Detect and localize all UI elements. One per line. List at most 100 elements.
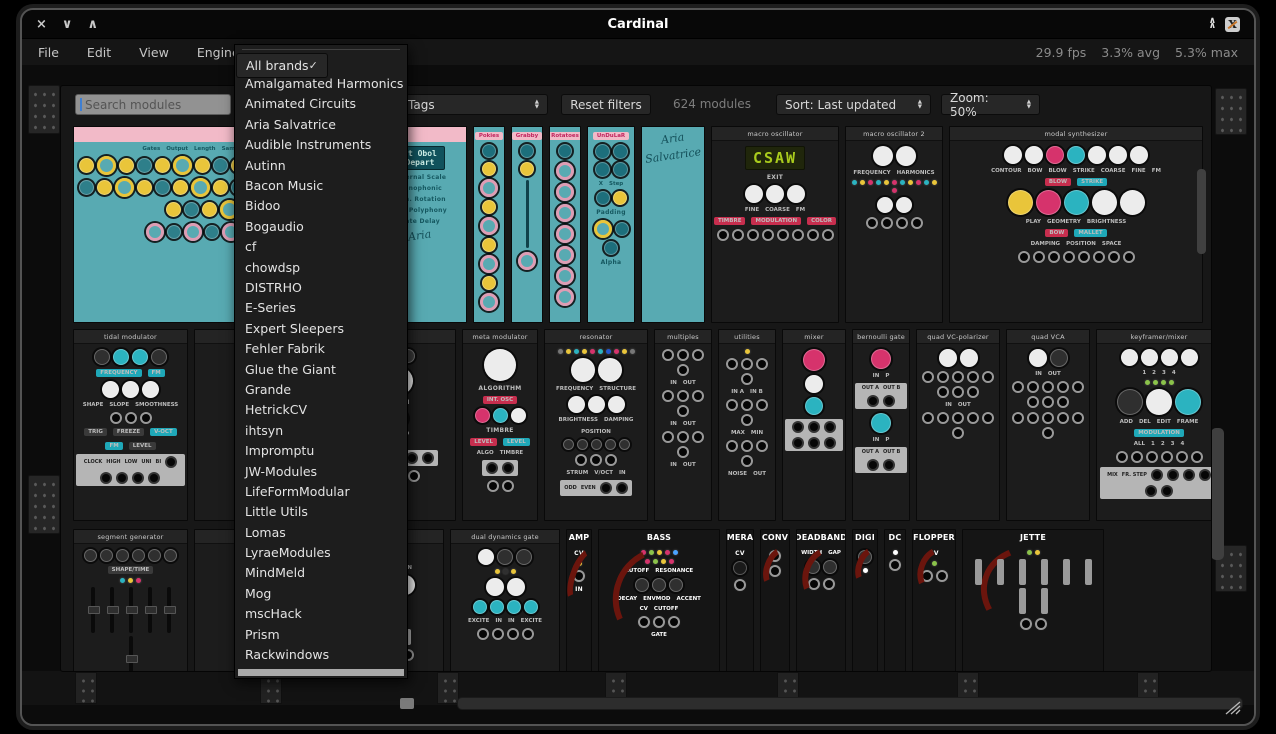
port: [1059, 383, 1067, 391]
led-row: [848, 180, 940, 193]
module-card[interactable]: quad VCAINOUT: [1006, 329, 1090, 521]
window-close-button[interactable]: ×: [36, 17, 47, 32]
module-card[interactable]: AriaSalvatrice: [641, 126, 705, 323]
window-maximize-button[interactable]: ∧: [87, 17, 98, 32]
brand-menu-item[interactable]: Mog: [236, 583, 406, 603]
menu-item-view[interactable]: View: [139, 45, 169, 60]
brand-menu-item[interactable]: Glue the Giant: [236, 359, 406, 379]
zoom-dropdown[interactable]: Zoom: 50% ▲▼: [941, 94, 1040, 115]
tags-filter-label: Tags: [408, 98, 435, 112]
collapse-chevrons-icon[interactable]: ∧∧: [1209, 19, 1216, 29]
port: [167, 458, 175, 466]
module-body: Grabby: [512, 127, 542, 275]
brand-menu-item[interactable]: cf: [236, 237, 406, 257]
knob: [482, 144, 496, 158]
brand-menu-item[interactable]: JW-Modules: [236, 461, 406, 481]
brand-menu-item[interactable]: Bacon Music: [236, 175, 406, 195]
knob: [480, 217, 498, 235]
brand-menu-item[interactable]: Lomas: [236, 522, 406, 542]
window-resize-handle[interactable]: [1222, 700, 1242, 716]
module-card[interactable]: FLOPPERCV: [912, 529, 956, 672]
horizontal-scrollbar-nub[interactable]: [400, 698, 414, 709]
module-card[interactable]: JETTE: [962, 529, 1104, 672]
module-card[interactable]: DC: [884, 529, 906, 672]
module-card[interactable]: AMPCVIN: [566, 529, 592, 672]
module-card[interactable]: modal synthesizerCONTOURBOWBLOWSTRIKECOA…: [949, 126, 1203, 323]
port: [1153, 471, 1161, 479]
brand-menu-item[interactable]: Bidoo: [236, 196, 406, 216]
horizontal-scrollbar[interactable]: [457, 697, 1243, 710]
knob: [556, 288, 574, 306]
module-card[interactable]: CONV: [760, 529, 790, 672]
brand-menu-item[interactable]: Autinn: [236, 155, 406, 175]
tags-filter-dropdown[interactable]: Tags ▲▼: [399, 94, 548, 115]
brand-menu-item[interactable]: Rackwindows: [236, 644, 406, 664]
brand-menu-item[interactable]: mscHack: [236, 604, 406, 624]
module-header: quad VC-polarizer: [917, 330, 999, 344]
port: [1059, 414, 1067, 422]
module-card[interactable]: DEADBANDWIDTHGAP: [796, 529, 846, 672]
module-card[interactable]: bernoulli gateINPOUT AOUT BINPOUT AOUT B: [852, 329, 910, 521]
brand-menu-item-selected[interactable]: All brands✓: [236, 53, 328, 78]
module-card[interactable]: quad VC-polarizerINOUT: [916, 329, 1000, 521]
knob: [1120, 190, 1145, 215]
port: [1035, 253, 1043, 261]
brand-menu-item[interactable]: LyraeModules: [236, 542, 406, 562]
brand-menu-item[interactable]: Little Utils: [236, 502, 406, 522]
brand-menu-item[interactable]: ihtsyn: [236, 420, 406, 440]
brand-menu-item[interactable]: LifeFormModular: [236, 481, 406, 501]
brand-menu-item[interactable]: MindMeld: [236, 563, 406, 583]
port: [1022, 620, 1030, 628]
module-body: EXCITEININEXCITE: [451, 544, 559, 645]
module-card[interactable]: Grabby: [511, 126, 543, 323]
module-card[interactable]: Rotatoes: [549, 126, 581, 323]
brand-menu-item[interactable]: Fehler Fabrik: [236, 338, 406, 358]
brand-menu-item[interactable]: Bogaudio: [236, 216, 406, 236]
window-minimize-button[interactable]: ∨: [62, 17, 73, 32]
module-card[interactable]: resonatorFREQUENCYSTRUCTUREBRIGHTNESSDAM…: [544, 329, 648, 521]
dropdown-spinner-icon: ▲▼: [906, 100, 922, 109]
module-card[interactable]: DIGI: [852, 529, 878, 672]
port: [1029, 414, 1037, 422]
brand-menu-item[interactable]: Audible Instruments: [236, 135, 406, 155]
brand-menu-item[interactable]: Grande: [236, 379, 406, 399]
module-card[interactable]: mixer: [782, 329, 846, 521]
menu-item-edit[interactable]: Edit: [87, 45, 111, 60]
sort-dropdown[interactable]: Sort: Last updated ▲▼: [776, 94, 931, 115]
brand-menu-item[interactable]: Expert Sleepers: [236, 318, 406, 338]
module-card[interactable]: meta modulatorALGORITHMINT. OSCTIMBRELEV…: [462, 329, 538, 521]
brand-menu-item[interactable]: E-Series: [236, 298, 406, 318]
brand-menu-item[interactable]: Prism: [236, 624, 406, 644]
port: [575, 572, 583, 580]
led: [598, 349, 603, 354]
brand-menu-item[interactable]: Animated Circuits: [236, 94, 406, 114]
module-card[interactable]: macro oscillator 2FREQUENCYHARMONICS: [845, 126, 943, 323]
brand-menu-item[interactable]: HetrickCV: [236, 400, 406, 420]
reset-filters-button[interactable]: Reset filters: [561, 94, 651, 115]
brand-menu-item[interactable]: chowdsp: [236, 257, 406, 277]
module-card[interactable]: keyframer/mixer1234ADDDELEDITFRAMEMODULA…: [1096, 329, 1212, 521]
module-card[interactable]: UnDuLaRXStepPaddingAlpha: [587, 126, 635, 323]
menu-scroll-indicator[interactable]: [238, 669, 404, 676]
menu-item-file[interactable]: File: [38, 45, 59, 60]
port-row: [734, 579, 746, 591]
module-header: AMP: [567, 530, 591, 545]
module-card[interactable]: tidal modulatorFREQUENCYFMSHAPESLOPESMOO…: [73, 329, 188, 521]
module-card[interactable]: dual dynamics gateEXCITEININEXCITE: [450, 529, 560, 672]
led: [892, 180, 897, 185]
brand-menu-item[interactable]: DISTRHO: [236, 277, 406, 297]
search-input[interactable]: Search modules: [75, 94, 231, 115]
cpu-max-value: 5.3% max: [1175, 45, 1238, 60]
module-card[interactable]: macro oscillatorCSAWEXITFINECOARSEFMTIMB…: [711, 126, 839, 323]
module-header: BASS: [599, 530, 719, 545]
module-card[interactable]: multiplesINOUTINOUTINOUT: [654, 329, 712, 521]
module-card[interactable]: utilitiesIN AIN BMAXMINNOISEOUT: [718, 329, 776, 521]
module-card[interactable]: segment generatorSHAPE/TIMETIME/LEVELGAT…: [73, 529, 188, 672]
port: [868, 219, 876, 227]
brand-menu-item[interactable]: Aria Salvatrice: [236, 114, 406, 134]
module-card[interactable]: BASSCUTOFFRESONANCEDECAYENVMODACCENTCVCU…: [598, 529, 720, 672]
brand-menu-item[interactable]: Impromptu: [236, 440, 406, 460]
module-card[interactable]: MERACV: [726, 529, 754, 672]
rack-scrollbar[interactable]: [1211, 428, 1224, 560]
module-card[interactable]: Pokies: [473, 126, 505, 323]
